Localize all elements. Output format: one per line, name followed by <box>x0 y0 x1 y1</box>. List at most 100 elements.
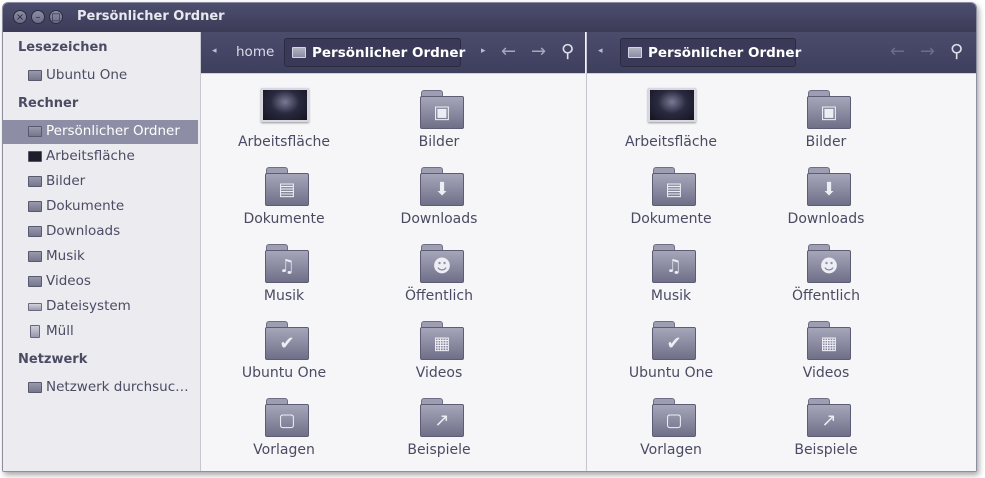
sidebar-item-trash[interactable]: Müll <box>3 320 198 344</box>
file-item[interactable]: ✔ Ubuntu One <box>209 319 359 395</box>
file-label: Musik <box>263 288 305 304</box>
scroll-left-arrow-icon[interactable]: ◂ <box>598 46 603 56</box>
sidebar-item-browse-network[interactable]: Netzwerk durchsuc… <box>3 376 198 400</box>
music-folder-icon: ♫ <box>652 244 696 283</box>
file-item[interactable]: ✔ Ubuntu One <box>596 319 746 395</box>
music-folder-icon <box>28 251 42 262</box>
sidebar-item-label: Bilder <box>46 173 86 189</box>
sidebar-item-label: Musik <box>46 248 85 264</box>
pictures-folder-icon: ▣ <box>420 90 464 129</box>
window-title: Persönlicher Ordner <box>77 9 225 24</box>
file-manager-window: × – □ Persönlicher Ordner Lesezeichen Ub… <box>2 2 977 472</box>
sidebar-item-desktop[interactable]: Arbeitsfläche <box>3 145 198 169</box>
file-item[interactable]: ▣ Bilder <box>751 88 901 164</box>
search-icon[interactable]: ⚲ <box>561 41 574 62</box>
places-sidebar: Lesezeichen Ubuntu One Rechner Persönlic… <box>3 32 201 471</box>
maximize-window-button[interactable]: □ <box>49 10 63 24</box>
title-bar[interactable]: × – □ Persönlicher Ordner <box>3 3 976 32</box>
ubuntuone-folder-icon: ✔ <box>652 321 696 360</box>
file-label: Dokumente <box>630 211 712 227</box>
file-label: Vorlagen <box>253 442 315 458</box>
file-item[interactable]: ▦ Videos <box>751 319 901 395</box>
file-label: Bilder <box>805 134 847 150</box>
sidebar-item-label: Videos <box>46 273 91 289</box>
sidebar-item-label: Netzwerk durchsuc… <box>46 379 189 395</box>
forward-arrow-icon[interactable]: → <box>920 41 935 62</box>
file-item[interactable]: ▢ Vorlagen <box>596 396 746 471</box>
sidebar-item-pictures[interactable]: Bilder <box>3 170 198 194</box>
templates-folder-icon: ▢ <box>265 398 309 437</box>
close-icon: × <box>15 12 25 23</box>
sidebar-item-ubuntu-one[interactable]: Ubuntu One <box>3 64 198 88</box>
file-item[interactable]: ▤ Dokumente <box>209 165 359 241</box>
examples-folder-icon: ↗ <box>420 398 464 437</box>
sidebar-item-filesystem[interactable]: Dateisystem <box>3 295 198 319</box>
right-file-pane[interactable]: ◂ Persönlicher Ordner ← → ⚲ Arbeitsfläch… <box>586 32 976 471</box>
divider <box>201 73 585 74</box>
sidebar-item-label: Müll <box>46 323 74 339</box>
breadcrumb-current[interactable]: Persönlicher Ordner <box>284 38 465 67</box>
minimize-window-button[interactable]: – <box>31 10 45 24</box>
breadcrumb-current[interactable]: Persönlicher Ordner <box>620 38 801 67</box>
file-label: Ubuntu One <box>241 365 327 381</box>
home-folder-icon <box>28 126 42 137</box>
public-folder-icon: ☻ <box>807 244 851 283</box>
file-label: Beispiele <box>794 442 858 458</box>
scroll-right-arrow-icon[interactable]: ▸ <box>481 46 486 56</box>
ubuntuone-folder-icon: ✔ <box>265 321 309 360</box>
file-item[interactable]: ⬇ Downloads <box>751 165 901 241</box>
documents-folder-icon: ▤ <box>652 167 696 206</box>
file-item[interactable]: ▦ Videos <box>364 319 514 395</box>
close-window-button[interactable]: × <box>13 10 27 24</box>
sidebar-item-label: Dateisystem <box>46 298 131 314</box>
file-item[interactable]: ▤ Dokumente <box>596 165 746 241</box>
drive-icon <box>28 303 42 311</box>
file-item[interactable]: ↗ Beispiele <box>364 396 514 471</box>
file-item[interactable]: ▢ Vorlagen <box>209 396 359 471</box>
templates-folder-icon: ▢ <box>652 398 696 437</box>
desktop-icon <box>648 88 696 122</box>
sidebar-item-home[interactable]: Persönlicher Ordner <box>3 120 198 144</box>
documents-folder-icon <box>28 201 42 212</box>
breadcrumb-current-label: Persönlicher Ordner <box>312 45 466 61</box>
file-item[interactable]: ☻ Öffentlich <box>364 242 514 318</box>
file-item[interactable]: ▣ Bilder <box>364 88 514 164</box>
file-item[interactable]: ↗ Beispiele <box>751 396 901 471</box>
file-label: Musik <box>650 288 692 304</box>
downloads-folder-icon <box>28 226 42 237</box>
file-item[interactable]: ☻ Öffentlich <box>751 242 901 318</box>
file-label: Ubuntu One <box>628 365 714 381</box>
file-item[interactable]: Arbeitsfläche <box>209 88 359 164</box>
file-label: Videos <box>802 365 850 381</box>
documents-folder-icon: ▤ <box>265 167 309 206</box>
public-folder-icon: ☻ <box>420 244 464 283</box>
network-icon <box>28 382 42 393</box>
file-item[interactable]: Arbeitsfläche <box>596 88 746 164</box>
file-item[interactable]: ♫ Musik <box>596 242 746 318</box>
file-label: Dokumente <box>243 211 325 227</box>
file-item[interactable]: ♫ Musik <box>209 242 359 318</box>
sidebar-item-videos[interactable]: Videos <box>3 270 198 294</box>
scroll-left-arrow-icon[interactable]: ◂ <box>212 46 217 56</box>
search-icon[interactable]: ⚲ <box>950 41 963 62</box>
left-file-pane[interactable]: ◂ home Persönlicher Ordner ▸ ← → ⚲ Arbei… <box>201 32 585 471</box>
forward-arrow-icon[interactable]: → <box>531 41 546 62</box>
sidebar-item-documents[interactable]: Dokumente <box>3 195 198 219</box>
sidebar-item-downloads[interactable]: Downloads <box>3 220 198 244</box>
downloads-folder-icon: ⬇ <box>420 167 464 206</box>
breadcrumb-home[interactable]: home <box>236 44 274 60</box>
sidebar-section-computer: Rechner <box>18 96 79 111</box>
sidebar-item-label: Persönlicher Ordner <box>46 123 180 139</box>
sidebar-item-music[interactable]: Musik <box>3 245 198 269</box>
file-item[interactable]: ⬇ Downloads <box>364 165 514 241</box>
back-arrow-icon[interactable]: ← <box>501 41 516 62</box>
pictures-folder-icon: ▣ <box>807 90 851 129</box>
pictures-folder-icon <box>28 176 42 187</box>
minimize-icon: – <box>35 12 41 23</box>
path-bar: ◂ home Persönlicher Ordner ▸ ← → ⚲ <box>201 32 585 73</box>
back-arrow-icon[interactable]: ← <box>890 41 905 62</box>
file-label: Downloads <box>400 211 478 227</box>
file-label: Downloads <box>787 211 865 227</box>
breadcrumb-current-label: Persönlicher Ordner <box>648 45 802 61</box>
videos-folder-icon <box>28 276 42 287</box>
